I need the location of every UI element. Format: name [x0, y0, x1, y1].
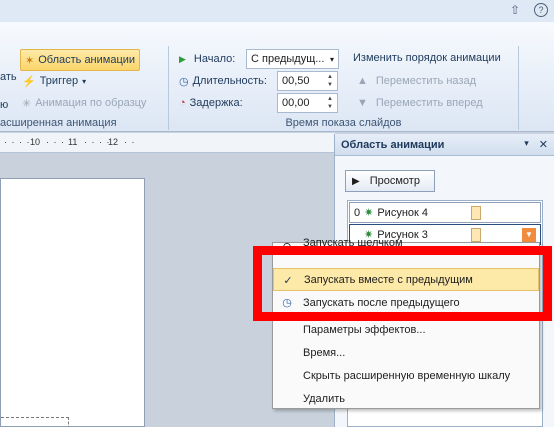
cut-button-label-2[interactable]: ю [0, 99, 8, 111]
ruler-tick: 10 [30, 137, 41, 147]
stepper-arrows-icon[interactable]: ▲ ▼ [327, 95, 333, 111]
timing-group-title: Время показа слайдов [285, 117, 402, 129]
trigger-button[interactable]: ⚡ Триггер ▾ [22, 71, 86, 91]
stepper-arrows-icon[interactable]: ▲ ▼ [327, 73, 333, 89]
duration-row: ◷ Длительность: [179, 75, 267, 88]
menu-item-timing[interactable]: Время... [273, 341, 539, 364]
chevron-down-icon: ▾ [329, 54, 334, 64]
animation-item[interactable]: 0 ✷ Рисунок 4 [349, 202, 541, 223]
delay-row: ◔ Задержка: [179, 97, 243, 109]
help-icon[interactable]: ? [534, 3, 548, 17]
start-dropdown[interactable]: С предыдущ... ▾ [246, 49, 339, 69]
play-button[interactable]: ▶ Просмотр [345, 170, 435, 192]
play-icon: ▶ [179, 53, 186, 64]
delay-stepper[interactable]: 00,00 ▲ ▼ [277, 93, 338, 113]
menu-item-remove[interactable]: Удалить [273, 387, 539, 410]
window-controls: ⇧ ? [510, 3, 548, 17]
ruler-tick: 11 [68, 137, 78, 147]
cut-button-label[interactable]: ать [0, 71, 17, 83]
group-separator [518, 46, 519, 130]
timeline-bar [471, 205, 482, 220]
arrow-up-icon: ▲ [357, 75, 368, 87]
placeholder-border [1, 417, 69, 418]
move-later-button[interactable]: ▼ Переместить вперед [357, 93, 483, 113]
move-earlier-button[interactable]: ▲ Переместить назад [357, 71, 476, 91]
chevron-down-icon: ▾ [82, 76, 87, 86]
ruler-dots: · · · [46, 137, 65, 147]
advanced-animation-group: ать ю ✶ Область анимации ⚡ Триггер ▾ ✳ А… [0, 44, 168, 132]
clock-icon: ◷ [179, 75, 189, 88]
up-arrow-icon[interactable]: ⇧ [510, 3, 520, 17]
chevron-down-icon[interactable]: ▾ [524, 138, 529, 151]
slide-canvas[interactable] [0, 178, 145, 427]
ruler-dots: · · · · [84, 137, 111, 147]
horizontal-ruler: · · · · 10 · · · 11 · · · · 12 · · [0, 133, 335, 153]
close-icon[interactable]: ✕ [539, 138, 548, 151]
effect-star-icon: ✷ [364, 207, 374, 219]
animation-painter-button[interactable]: ✳ Анимация по образцу [22, 93, 146, 113]
advanced-animation-group-title: асширенная анимация [0, 117, 117, 129]
ruler-dots: · · [124, 137, 136, 147]
painter-icon: ✳ [22, 97, 32, 110]
start-row: ▶ Начало: [179, 53, 236, 65]
reorder-label: Изменить порядок анимации [353, 52, 501, 64]
delay-clock-icon: ◔ [179, 97, 186, 109]
placeholder-border [68, 417, 69, 427]
animation-pane-icon: ✶ [25, 54, 35, 67]
ruler-tick: 12 [108, 137, 119, 147]
annotation-highlight-box [253, 246, 552, 321]
arrow-down-icon: ▼ [357, 97, 368, 109]
menu-item-effect-options[interactable]: Параметры эффектов... [273, 318, 539, 341]
animation-pane-header: Область анимации ▾ ✕ [335, 134, 554, 156]
play-icon: ▶ [352, 175, 360, 187]
lightning-icon: ⚡ [22, 75, 36, 88]
timing-group: ▶ Начало: С предыдущ... ▾ ◷ Длительность… [169, 44, 518, 132]
ruler-dots: · · · · [4, 137, 31, 147]
menu-item-hide-timeline[interactable]: Скрыть расширенную временную шкалу [273, 364, 539, 387]
duration-stepper[interactable]: 00,50 ▲ ▼ [277, 71, 338, 91]
window-title-strip [0, 0, 554, 22]
animation-pane-button[interactable]: ✶ Область анимации [20, 49, 141, 71]
